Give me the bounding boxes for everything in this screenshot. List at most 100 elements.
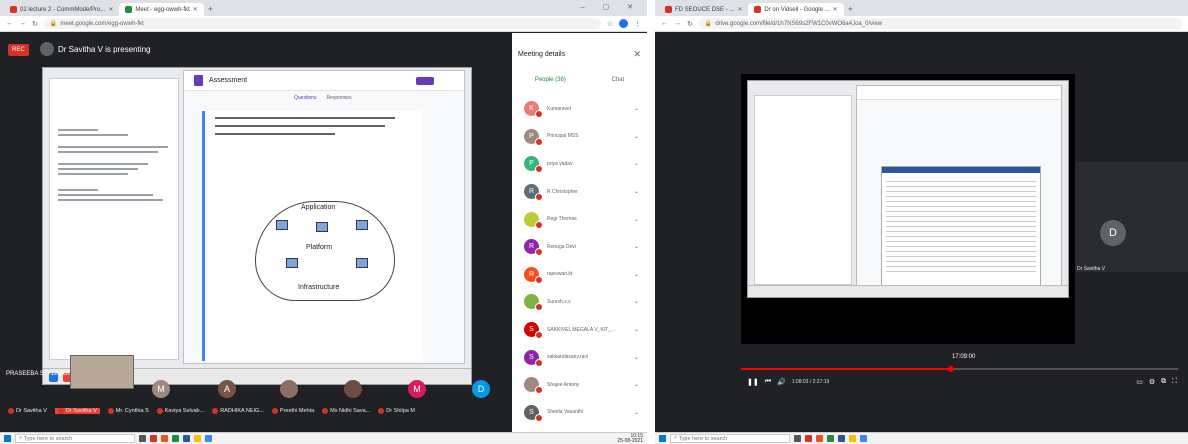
browser-tab-video[interactable]: Dr on Vidseil - Google ... ✕ [748, 3, 844, 16]
reload-icon[interactable]: ↻ [32, 20, 38, 28]
tab-questions[interactable]: Questions [294, 95, 317, 101]
profile-avatar[interactable] [619, 19, 628, 28]
forms-header: Assessment [184, 71, 464, 91]
participant-row[interactable]: Suresh.s.s ⌄ [512, 288, 647, 316]
windows-taskbar: ⌕ Type here to search 10:15 25-08-2021 [0, 432, 647, 444]
menu-icon[interactable]: ⋮ [634, 20, 641, 28]
participant-name: Sheela Vasanthi [547, 409, 584, 416]
word-icon[interactable] [183, 435, 190, 442]
close-icon[interactable]: ✕ [633, 49, 641, 60]
participant-row[interactable]: S SAKKIVEL MEGALA V_KIT_... ⌄ [512, 316, 647, 344]
back-icon[interactable]: ← [661, 20, 668, 27]
participant-tile[interactable]: M [408, 380, 426, 398]
participant-row[interactable]: Shajee Antony ⌄ [512, 371, 647, 399]
browser-tab-lecture[interactable]: 02 lecture 2 - CommMode/Pro... ✕ [4, 3, 119, 16]
word-icon[interactable] [838, 435, 845, 442]
send-button[interactable] [416, 76, 434, 85]
chevron-down-icon[interactable]: ⌄ [634, 243, 639, 250]
taskbar-search[interactable]: ⌕ Type here to search [15, 434, 135, 443]
participant-avatar: S [524, 404, 543, 422]
powerpoint-icon[interactable] [816, 435, 823, 442]
close-icon[interactable]: ✕ [108, 6, 113, 13]
chevron-down-icon[interactable]: ⌄ [634, 381, 639, 388]
close-icon[interactable]: ✕ [193, 6, 198, 13]
participant-tile[interactable]: M [152, 380, 170, 398]
forward-icon[interactable]: → [19, 20, 26, 27]
participant-tile[interactable] [344, 380, 362, 398]
office-icon[interactable] [805, 435, 812, 442]
participant-row[interactable]: K Kumaravel ⌄ [512, 95, 647, 123]
participant-avatar: D [1100, 220, 1126, 246]
chevron-down-icon[interactable]: ⌄ [634, 188, 639, 195]
browser-tab-drive[interactable]: FD SEOUCE DSE - ... ✕ [659, 3, 748, 16]
pause-icon[interactable]: ❚❚ [747, 378, 759, 386]
address-input[interactable]: 🔒 drive.google.com/file/d/1h7NS69s2FW1C0v… [698, 18, 1182, 29]
chrome-icon[interactable] [205, 435, 212, 442]
taskbar-search[interactable]: ⌕ Type here to search [670, 434, 790, 443]
window-controls[interactable]: – ▢ ✕ [581, 3, 641, 11]
chevron-down-icon[interactable]: ⌄ [634, 216, 639, 223]
participant-tile[interactable]: D [472, 380, 490, 398]
seek-bar[interactable] [741, 366, 1178, 372]
tab-responses[interactable]: Responses [327, 95, 352, 101]
seek-handle[interactable] [947, 366, 954, 372]
chevron-down-icon[interactable]: ⌄ [634, 409, 639, 416]
participant-row[interactable]: Regi Thomas ⌄ [512, 205, 647, 233]
chevron-down-icon[interactable]: ⌄ [634, 326, 639, 333]
chevron-down-icon[interactable]: ⌄ [634, 133, 639, 140]
tab-people[interactable]: People (36) [535, 77, 566, 91]
excel-icon[interactable] [172, 435, 179, 442]
address-input[interactable]: 🔒 meet.google.com/egg-owwh-fkt [43, 18, 601, 29]
name-chip: Ms Nidhi Sava... [322, 408, 370, 414]
participant-tile[interactable] [280, 380, 298, 398]
excel-icon[interactable] [827, 435, 834, 442]
folder-icon[interactable] [194, 435, 201, 442]
mic-off-icon [535, 137, 543, 146]
chevron-down-icon[interactable]: ⌄ [634, 160, 639, 167]
windows-start-icon[interactable] [659, 435, 666, 442]
windows-start-icon[interactable] [4, 435, 11, 442]
browser-tab-meet[interactable]: Meet - egg-owwh-fkt ✕ [119, 3, 204, 16]
mic-off-icon [535, 275, 543, 284]
reload-icon[interactable]: ↻ [687, 20, 693, 28]
meet-screenshot: 02 lecture 2 - CommMode/Pro... ✕ Meet - e… [0, 0, 647, 444]
new-tab-icon[interactable]: + [208, 3, 213, 16]
participant-row[interactable]: Rrajeswari.kt ⌄ [512, 261, 647, 289]
chrome-icon[interactable] [860, 435, 867, 442]
participant-row[interactable]: R Renuga Devi ⌄ [512, 233, 647, 261]
folder-icon[interactable] [849, 435, 856, 442]
settings-icon[interactable]: ⚙ [1149, 378, 1155, 386]
close-icon[interactable]: ✕ [833, 6, 838, 13]
forward-icon[interactable]: → [674, 20, 681, 27]
participant-row[interactable]: R R Christopher ⌄ [512, 178, 647, 206]
office-icon[interactable] [150, 435, 157, 442]
task-view-icon[interactable] [794, 435, 801, 442]
participant-tile[interactable]: A [218, 380, 236, 398]
volume-icon[interactable]: 🔊 [777, 378, 786, 386]
participant-row[interactable]: Ppriya yadav ⌄ [512, 150, 647, 178]
question-card[interactable]: Application Platform Infrastructure [202, 111, 422, 361]
powerpoint-icon[interactable] [161, 435, 168, 442]
mic-off-icon [535, 413, 543, 422]
video-player[interactable] [741, 74, 1075, 344]
task-view-icon[interactable] [139, 435, 146, 442]
skip-back-icon[interactable]: ⏮ [765, 378, 771, 386]
fullscreen-icon[interactable]: ⛶ [1172, 378, 1177, 386]
back-icon[interactable]: ← [6, 20, 13, 27]
participant-row[interactable]: P Principal MSS ⌄ [512, 123, 647, 151]
tab-chat[interactable]: Chat [611, 77, 624, 91]
tab-favicon-icon [10, 6, 17, 13]
chevron-down-icon[interactable]: ⌄ [634, 354, 639, 361]
participant-row[interactable]: Ssakkandasany.ravi ⌄ [512, 343, 647, 371]
new-tab-icon[interactable]: + [848, 3, 853, 16]
chevron-down-icon[interactable]: ⌄ [634, 298, 639, 305]
chevron-down-icon[interactable]: ⌄ [634, 271, 639, 278]
star-icon[interactable]: ☆ [607, 20, 613, 28]
captions-icon[interactable]: ▭ [1136, 378, 1143, 386]
mic-off-icon [535, 331, 543, 340]
popout-icon[interactable]: ⧉ [1161, 378, 1166, 386]
participant-row[interactable]: S Sheela Vasanthi ⌄ [512, 399, 647, 427]
chevron-down-icon[interactable]: ⌄ [634, 105, 639, 112]
close-icon[interactable]: ✕ [737, 6, 742, 13]
mic-off-icon [535, 165, 543, 174]
